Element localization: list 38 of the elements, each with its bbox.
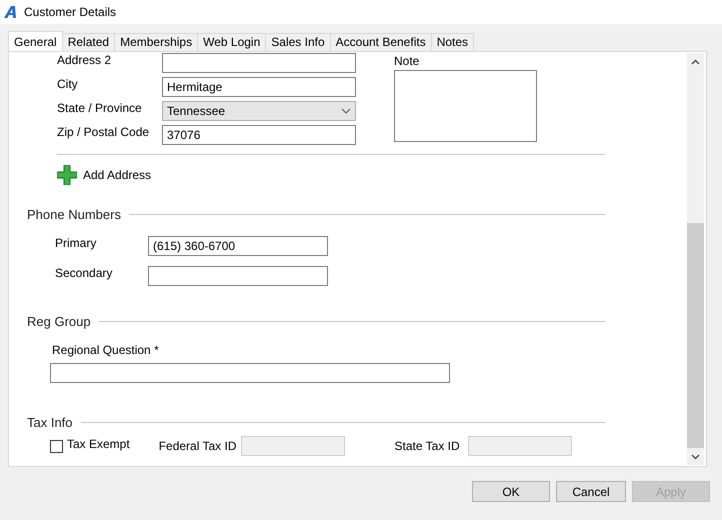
caret-icon xyxy=(341,108,351,114)
plus-icon xyxy=(57,165,77,185)
input-field[interactable] xyxy=(50,363,450,383)
input-field[interactable] xyxy=(162,53,356,73)
input-field[interactable]: (615) 360-6700 xyxy=(148,236,328,256)
field-label: Secondary xyxy=(55,266,114,280)
scroll-up-icon[interactable] xyxy=(691,58,700,64)
input-field[interactable]: 37076 xyxy=(162,125,356,145)
field-label: Federal Tax ID xyxy=(158,439,237,453)
dialog-button[interactable]: OK xyxy=(472,481,550,502)
app-logo-icon xyxy=(4,5,18,19)
section-heading: Tax Info xyxy=(27,415,73,430)
tab[interactable]: Notes xyxy=(430,33,474,51)
note-label: Note xyxy=(394,54,420,68)
field-label: Regional Question * xyxy=(52,343,160,357)
input-field[interactable]: Hermitage xyxy=(162,77,356,97)
tab[interactable]: Web Login xyxy=(197,33,266,51)
tab[interactable]: General xyxy=(8,31,63,52)
field-label: Zip / Postal Code xyxy=(57,125,150,139)
dialog-button[interactable]: Cancel xyxy=(556,481,626,502)
input-field[interactable] xyxy=(148,266,328,286)
scroll-down-icon[interactable] xyxy=(691,454,700,460)
field-label: Primary xyxy=(55,236,98,250)
scrollbar[interactable] xyxy=(687,53,704,465)
note-field[interactable] xyxy=(394,70,537,142)
field-label: State Tax ID xyxy=(394,439,460,453)
field-label: State / Province xyxy=(57,101,143,115)
field-label: City xyxy=(57,77,79,91)
section-heading: Reg Group xyxy=(27,314,91,329)
scroll-thumb[interactable] xyxy=(687,223,704,448)
checkbox-label: Tax Exempt xyxy=(67,437,130,451)
tab[interactable]: Memberships xyxy=(114,33,198,51)
field-label: Address 2 xyxy=(57,53,112,67)
window-title: Customer Details xyxy=(24,5,116,19)
state-dropdown[interactable]: Tennessee xyxy=(162,101,356,121)
section-heading: Phone Numbers xyxy=(27,207,121,222)
add-address-button[interactable]: Add Address xyxy=(57,165,152,185)
checkbox[interactable] xyxy=(50,440,63,452)
